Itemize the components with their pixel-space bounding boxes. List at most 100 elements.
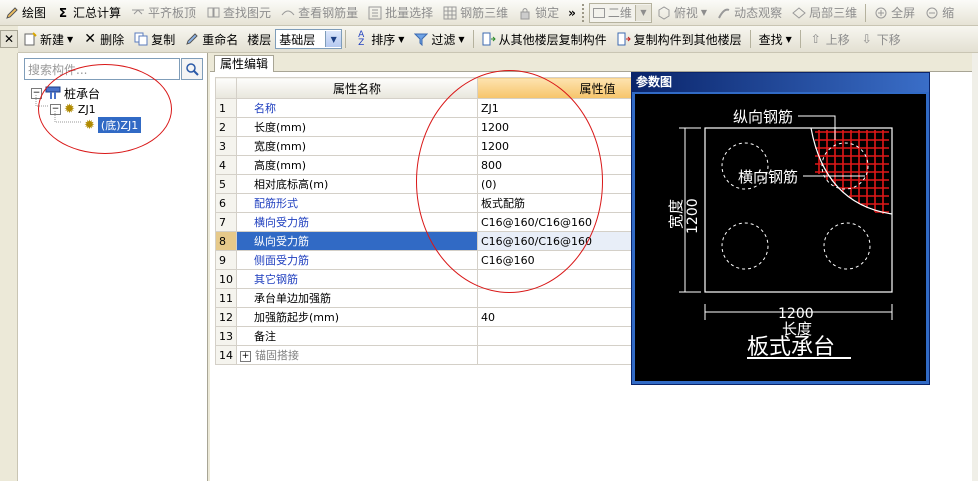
batch-select-label: 批量选择 xyxy=(385,6,434,20)
view-angle-button[interactable]: 俯视 ▼ xyxy=(652,2,712,24)
zoom-out-button[interactable]: 缩 xyxy=(920,2,959,24)
view-icon xyxy=(281,6,295,20)
copy-from-floor-button[interactable]: 从其他楼层复制构件 xyxy=(477,28,612,50)
property-name-cell: 承台单边加强筋 xyxy=(236,288,478,308)
tab-strip xyxy=(210,53,978,72)
property-name-cell: 长度(mm) xyxy=(236,117,478,137)
label-width-value: 1200 xyxy=(685,198,701,234)
property-name-cell: 相对底标高(m) xyxy=(236,174,478,194)
property-name-label: 宽度(mm) xyxy=(254,140,307,153)
row-number: 4 xyxy=(215,155,237,175)
scrollbar[interactable] xyxy=(972,53,978,481)
property-name-cell: 纵向受力筋 xyxy=(236,231,478,251)
lock-icon xyxy=(518,6,532,20)
property-name-label: 侧面受力筋 xyxy=(254,254,309,267)
property-name-label: 锚固搭接 xyxy=(255,349,299,362)
orbit-button[interactable]: 动态观察 xyxy=(712,2,787,24)
row-number: 12 xyxy=(215,307,237,327)
find-icon xyxy=(206,6,220,20)
orbit-icon xyxy=(717,6,731,20)
align-icon xyxy=(131,6,145,20)
zoom-icon xyxy=(874,6,888,20)
grid-corner xyxy=(215,77,237,99)
filter-label: 过滤 xyxy=(431,32,456,47)
view-rebar-button[interactable]: 查看钢筋量 xyxy=(276,2,363,24)
batch-select-button[interactable]: 批量选择 xyxy=(363,2,438,24)
reference-diagram-window[interactable]: 参数图 纵向钢筋 横向钢筋 宽度 1200 1200 长度 板式承台 xyxy=(631,72,930,385)
tab-property-edit[interactable]: 属性编辑 xyxy=(214,55,275,72)
rebar-3d-button[interactable]: 钢筋三维 xyxy=(438,2,513,24)
row-number: 14 xyxy=(215,345,237,365)
sort-button[interactable]: AZ 排序 ▼ xyxy=(349,28,409,50)
search-button[interactable] xyxy=(181,58,203,80)
property-name-label: 相对底标高(m) xyxy=(254,178,329,191)
row-number: 2 xyxy=(215,117,237,137)
lock-button[interactable]: 锁定 xyxy=(513,2,564,24)
property-name-label: 配筋形式 xyxy=(254,197,298,210)
toolbar-divider xyxy=(472,30,474,48)
fullscreen-label: 全屏 xyxy=(891,6,916,20)
copy-to-floor-icon xyxy=(617,32,631,46)
batch-icon xyxy=(368,6,382,20)
label-transverse: 横向钢筋 xyxy=(738,168,798,186)
filter-button[interactable]: 过滤 ▼ xyxy=(409,28,469,50)
rebar-3d-label: 钢筋三维 xyxy=(460,6,509,20)
rename-button[interactable]: 重命名 xyxy=(180,28,243,50)
property-name-label: 加强筋起步(mm) xyxy=(254,311,340,324)
row-number: 5 xyxy=(215,174,237,194)
row-number: 10 xyxy=(215,269,237,289)
property-name-cell: 其它钢筋 xyxy=(236,269,478,289)
grid-icon xyxy=(443,6,457,20)
property-name-cell: 备注 xyxy=(236,326,478,346)
copy-button[interactable]: 复制 xyxy=(129,28,180,50)
toolbar-divider xyxy=(799,30,801,48)
copy-icon xyxy=(134,32,148,46)
cube-icon xyxy=(657,5,671,20)
toolbar-divider xyxy=(865,3,867,22)
diagram-caption: 板式承台 xyxy=(747,335,835,360)
property-name-cell: 加强筋起步(mm) xyxy=(236,307,478,327)
copy-label: 复制 xyxy=(151,32,176,47)
property-name-label: 长度(mm) xyxy=(254,121,307,134)
pile-cap-diagram: 纵向钢筋 横向钢筋 宽度 1200 1200 长度 板式承台 xyxy=(667,108,893,360)
toolbar-overflow-button[interactable]: » xyxy=(564,6,580,20)
floor-select[interactable]: 基础层 ▼ xyxy=(275,29,343,49)
chevron-down-icon: ▼ xyxy=(785,34,792,44)
find-button[interactable]: 查找 ▼ xyxy=(754,28,797,50)
view-mode-select[interactable]: 二维 ▼ xyxy=(588,2,652,23)
floor-value: 基础层 xyxy=(279,32,316,47)
fullscreen-button[interactable]: 全屏 xyxy=(869,2,920,24)
arrow-down-icon: ⇩ xyxy=(861,32,872,46)
tree-node-zj1-bottom-label: (底)ZJ1 xyxy=(97,117,142,133)
chevron-down-icon: ▼ xyxy=(700,8,708,17)
floor-label: 楼层 xyxy=(247,32,272,47)
sort-icon: AZ xyxy=(358,30,365,48)
expand-icon[interactable]: + xyxy=(240,350,251,362)
move-down-button[interactable]: ⇩ 下移 xyxy=(855,28,906,50)
move-up-button[interactable]: ⇧ 上移 xyxy=(804,28,855,50)
chevron-down-icon: ▼ xyxy=(634,4,651,21)
rename-label: 重命名 xyxy=(202,32,239,47)
chevron-down-icon: ▼ xyxy=(398,34,405,44)
view-rebar-label: 查看钢筋量 xyxy=(298,6,359,20)
row-number: 13 xyxy=(215,326,237,346)
property-name-label: 纵向受力筋 xyxy=(254,235,309,248)
local-3d-button[interactable]: 局部三维 xyxy=(787,2,862,24)
local-3d-label: 局部三维 xyxy=(809,6,858,20)
tree-lines xyxy=(35,95,82,123)
orbit-label: 动态观察 xyxy=(734,6,783,20)
chevron-down-icon: ▼ xyxy=(325,31,342,47)
component-toolbar: 新建 ▼ ✕ 删除 复制 重命名 楼层 基础层 ▼ AZ 排序 ▼ 过滤 ▼ 从… xyxy=(18,26,978,53)
row-number: 7 xyxy=(215,212,237,232)
rename-icon xyxy=(185,32,199,46)
copy-to-floor-button[interactable]: 复制构件到其他楼层 xyxy=(612,28,747,50)
lock-label: 锁定 xyxy=(535,6,560,20)
arrow-up-icon: ⇧ xyxy=(810,32,821,46)
align-slab-top-button[interactable]: 平齐板顶 xyxy=(126,2,201,24)
column-header-name[interactable]: 属性名称 xyxy=(236,77,478,99)
property-name-label: 备注 xyxy=(254,330,276,343)
find-element-button[interactable]: 查找图元 xyxy=(201,2,276,24)
filter-icon xyxy=(414,32,429,46)
row-number: 8 xyxy=(215,231,237,251)
search-icon xyxy=(186,63,199,76)
